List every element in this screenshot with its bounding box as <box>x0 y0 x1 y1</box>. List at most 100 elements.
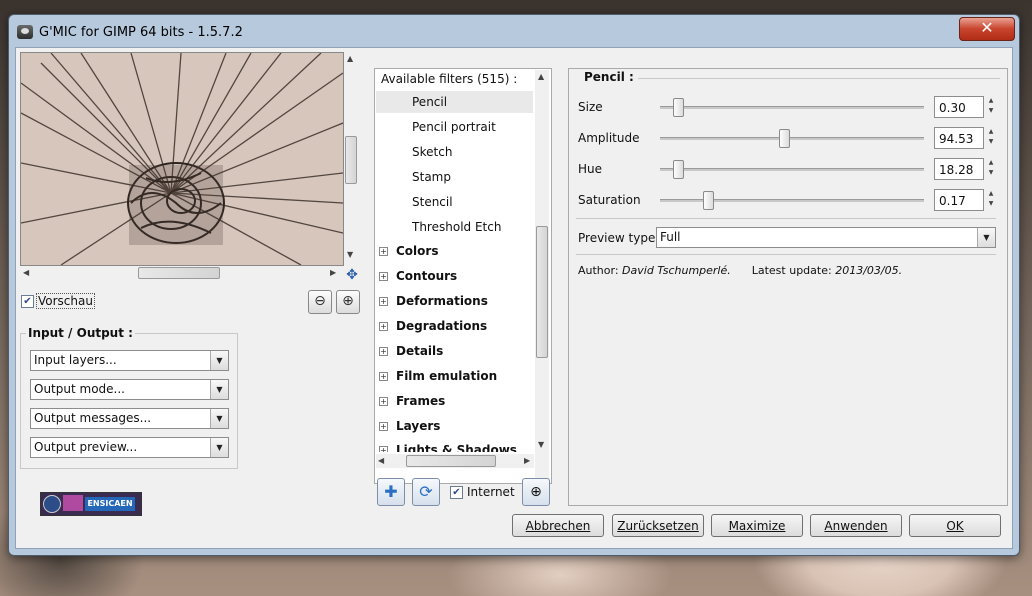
preview-vscroll-thumb[interactable] <box>345 136 357 184</box>
magnifier-icon: ⊕ <box>530 484 542 500</box>
scroll-left-arrow-icon[interactable]: ◀ <box>23 268 29 277</box>
zoom-filter-button[interactable]: ⊕ <box>522 478 550 506</box>
filter-tree-hscroll-thumb[interactable] <box>406 455 496 467</box>
filter-tree-vscroll-thumb[interactable] <box>536 226 548 358</box>
category-lights-shadows[interactable]: Lights & Shadows <box>396 443 517 452</box>
author-prefix: Author: <box>578 264 619 277</box>
preview-checkbox[interactable]: ✔ <box>21 295 34 308</box>
saturation-spin-arrows[interactable]: ▲ ▼ <box>986 189 996 211</box>
puzzle-logo-icon <box>63 495 83 511</box>
params-title-line <box>636 78 1000 79</box>
scroll-up-arrow-icon[interactable]: ▲ <box>347 54 353 63</box>
filter-item-pencil[interactable] <box>376 91 533 113</box>
expand-icon[interactable]: + <box>379 272 388 281</box>
chevron-down-icon[interactable]: ▼ <box>210 380 228 399</box>
expand-icon[interactable]: + <box>379 247 388 256</box>
expand-icon[interactable]: + <box>379 446 388 452</box>
saturation-slider-thumb[interactable] <box>703 191 715 210</box>
preview-checkbox-label[interactable]: Vorschau <box>36 293 95 309</box>
size-slider-thumb[interactable] <box>672 98 684 117</box>
category-film-emulation[interactable]: Film emulation <box>396 369 497 383</box>
amplitude-value-input[interactable]: 94.53 <box>934 127 984 149</box>
category-details[interactable]: Details <box>396 344 443 358</box>
output-mode-combo[interactable]: Output mode... ▼ <box>30 379 229 400</box>
expand-icon[interactable]: + <box>379 347 388 356</box>
scroll-right-arrow-icon[interactable]: ▶ <box>330 268 336 277</box>
preview-vertical-scrollbar[interactable]: ▲ ▼ <box>344 52 358 264</box>
reset-button-label: Zurücksetzen <box>617 519 699 533</box>
internet-label[interactable]: Internet <box>467 485 515 499</box>
scroll-down-arrow-icon[interactable]: ▼ <box>347 250 353 259</box>
author-name: David Tschumperlé. <box>622 264 731 277</box>
move-preview-icon[interactable]: ✥ <box>344 268 360 282</box>
filter-tree-horizontal-scrollbar[interactable]: ◀ ▶ <box>376 454 534 468</box>
expand-icon[interactable]: + <box>379 397 388 406</box>
size-value-input[interactable]: 0.30 <box>934 96 984 118</box>
cancel-button-label: Abbrechen <box>525 519 591 533</box>
filter-item-sketch[interactable]: Sketch <box>412 145 452 159</box>
maximize-button[interactable]: Maximize <box>711 514 803 537</box>
filter-item-label[interactable]: Pencil <box>412 95 447 109</box>
chevron-down-icon[interactable]: ▼ <box>977 228 995 247</box>
scroll-down-arrow-icon[interactable]: ▼ <box>538 440 544 449</box>
category-frames[interactable]: Frames <box>396 394 445 408</box>
amplitude-slider-track[interactable] <box>660 137 924 140</box>
internet-checkbox[interactable]: ✔ <box>450 486 463 499</box>
filter-item-stamp[interactable]: Stamp <box>412 170 451 184</box>
scroll-up-arrow-icon[interactable]: ▲ <box>538 72 544 81</box>
refresh-filters-button[interactable]: ⟳ <box>412 478 440 506</box>
hue-spin-arrows[interactable]: ▲ ▼ <box>986 158 996 180</box>
preview-type-combo[interactable]: Full ▼ <box>656 227 996 248</box>
ok-button[interactable]: OK <box>909 514 1001 537</box>
preview-horizontal-scrollbar[interactable]: ◀ ▶ <box>20 266 342 280</box>
filter-tree-vertical-scrollbar[interactable]: ▲ ▼ <box>535 70 549 480</box>
gmic-ensicaen-logo[interactable]: ENSICAEN <box>40 492 142 516</box>
filter-item-pencil-portrait[interactable]: Pencil portrait <box>412 120 496 134</box>
category-layers[interactable]: Layers <box>396 419 440 433</box>
size-spin-arrows[interactable]: ▲ ▼ <box>986 96 996 118</box>
expand-icon[interactable]: + <box>379 372 388 381</box>
scroll-left-arrow-icon[interactable]: ◀ <box>378 456 384 465</box>
expand-icon[interactable]: + <box>379 322 388 331</box>
size-slider-track[interactable] <box>660 106 924 109</box>
reset-button[interactable]: Zurücksetzen <box>612 514 704 537</box>
close-button[interactable]: ✕ <box>959 17 1015 41</box>
zoom-out-button[interactable]: ⊖ <box>308 290 332 314</box>
output-mode-value: Output mode... <box>34 382 125 396</box>
window-title: G'MIC for GIMP 64 bits - 1.5.7.2 <box>39 25 243 40</box>
filter-tree-header: Available filters (515) : <box>381 72 518 86</box>
io-group-title: Input / Output : <box>26 326 135 340</box>
update-date: 2013/03/05. <box>835 264 903 277</box>
input-layers-combo[interactable]: Input layers... ▼ <box>30 350 229 371</box>
amplitude-spin-arrows[interactable]: ▲ ▼ <box>986 127 996 149</box>
params-separator <box>576 254 996 255</box>
chevron-down-icon[interactable]: ▼ <box>210 438 228 457</box>
category-deformations[interactable]: Deformations <box>396 294 488 308</box>
saturation-slider-track[interactable] <box>660 199 924 202</box>
hue-value-input[interactable]: 18.28 <box>934 158 984 180</box>
scroll-right-arrow-icon[interactable]: ▶ <box>524 456 530 465</box>
title-bar[interactable]: G'MIC for GIMP 64 bits - 1.5.7.2 ✕ <box>9 15 1019 47</box>
zoom-in-button[interactable]: ⊕ <box>336 290 360 314</box>
hue-slider-track[interactable] <box>660 168 924 171</box>
saturation-value-input[interactable]: 0.17 <box>934 189 984 211</box>
params-title: Pencil : <box>580 70 638 84</box>
output-messages-combo[interactable]: Output messages... ▼ <box>30 408 229 429</box>
expand-icon[interactable]: + <box>379 422 388 431</box>
filter-item-threshold-etch[interactable]: Threshold Etch <box>412 220 501 234</box>
expand-icon[interactable]: + <box>379 297 388 306</box>
chevron-down-icon[interactable]: ▼ <box>210 351 228 370</box>
category-colors[interactable]: Colors <box>396 244 438 258</box>
category-contours[interactable]: Contours <box>396 269 457 283</box>
preview-hscroll-thumb[interactable] <box>138 267 220 279</box>
chevron-down-icon[interactable]: ▼ <box>210 409 228 428</box>
category-degradations[interactable]: Degradations <box>396 319 487 333</box>
preview-image[interactable] <box>20 52 344 266</box>
filter-item-stencil[interactable]: Stencil <box>412 195 453 209</box>
cancel-button[interactable]: Abbrechen <box>512 514 604 537</box>
hue-slider-thumb[interactable] <box>672 160 684 179</box>
add-favorite-button[interactable]: ✚ <box>377 478 405 506</box>
amplitude-slider-thumb[interactable] <box>779 129 791 148</box>
output-preview-combo[interactable]: Output preview... ▼ <box>30 437 229 458</box>
apply-button[interactable]: Anwenden <box>810 514 902 537</box>
